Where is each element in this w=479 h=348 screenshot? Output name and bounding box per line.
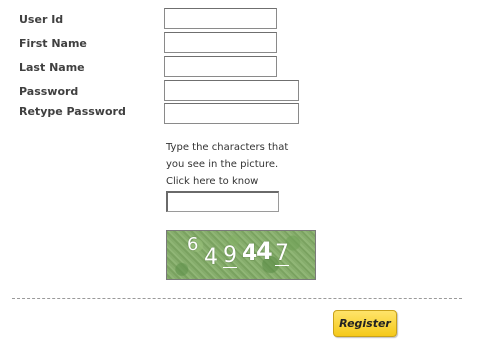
last-name-input[interactable] [164,56,277,77]
captcha-instruction-line2: you see in the picture. [166,159,279,170]
captcha-char: 6 [187,234,199,255]
captcha-input[interactable] [166,191,279,212]
registration-page: User Id First Name Last Name Password Re… [0,0,479,348]
first-name-label: First Name [19,37,87,50]
first-name-input[interactable] [164,32,277,53]
captcha-char: 7 [275,241,289,266]
password-input[interactable] [164,80,299,101]
captcha-instruction-line1: Type the characters that [166,142,289,153]
captcha-char: 4 [256,237,273,265]
retype-password-label: Retype Password [19,105,126,118]
user-id-label: User Id [19,13,64,26]
captcha-char: 9 [223,243,237,268]
password-label: Password [19,85,79,98]
user-id-input[interactable] [164,8,277,29]
captcha-help-link[interactable]: Click here to know [166,174,258,190]
captcha-image: 6 4 9 4 4 7 [166,230,316,280]
captcha-char: 4 [204,245,218,270]
retype-password-input[interactable] [164,103,299,124]
register-button[interactable]: Register [333,310,397,337]
section-divider [12,298,462,299]
last-name-label: Last Name [19,61,85,74]
